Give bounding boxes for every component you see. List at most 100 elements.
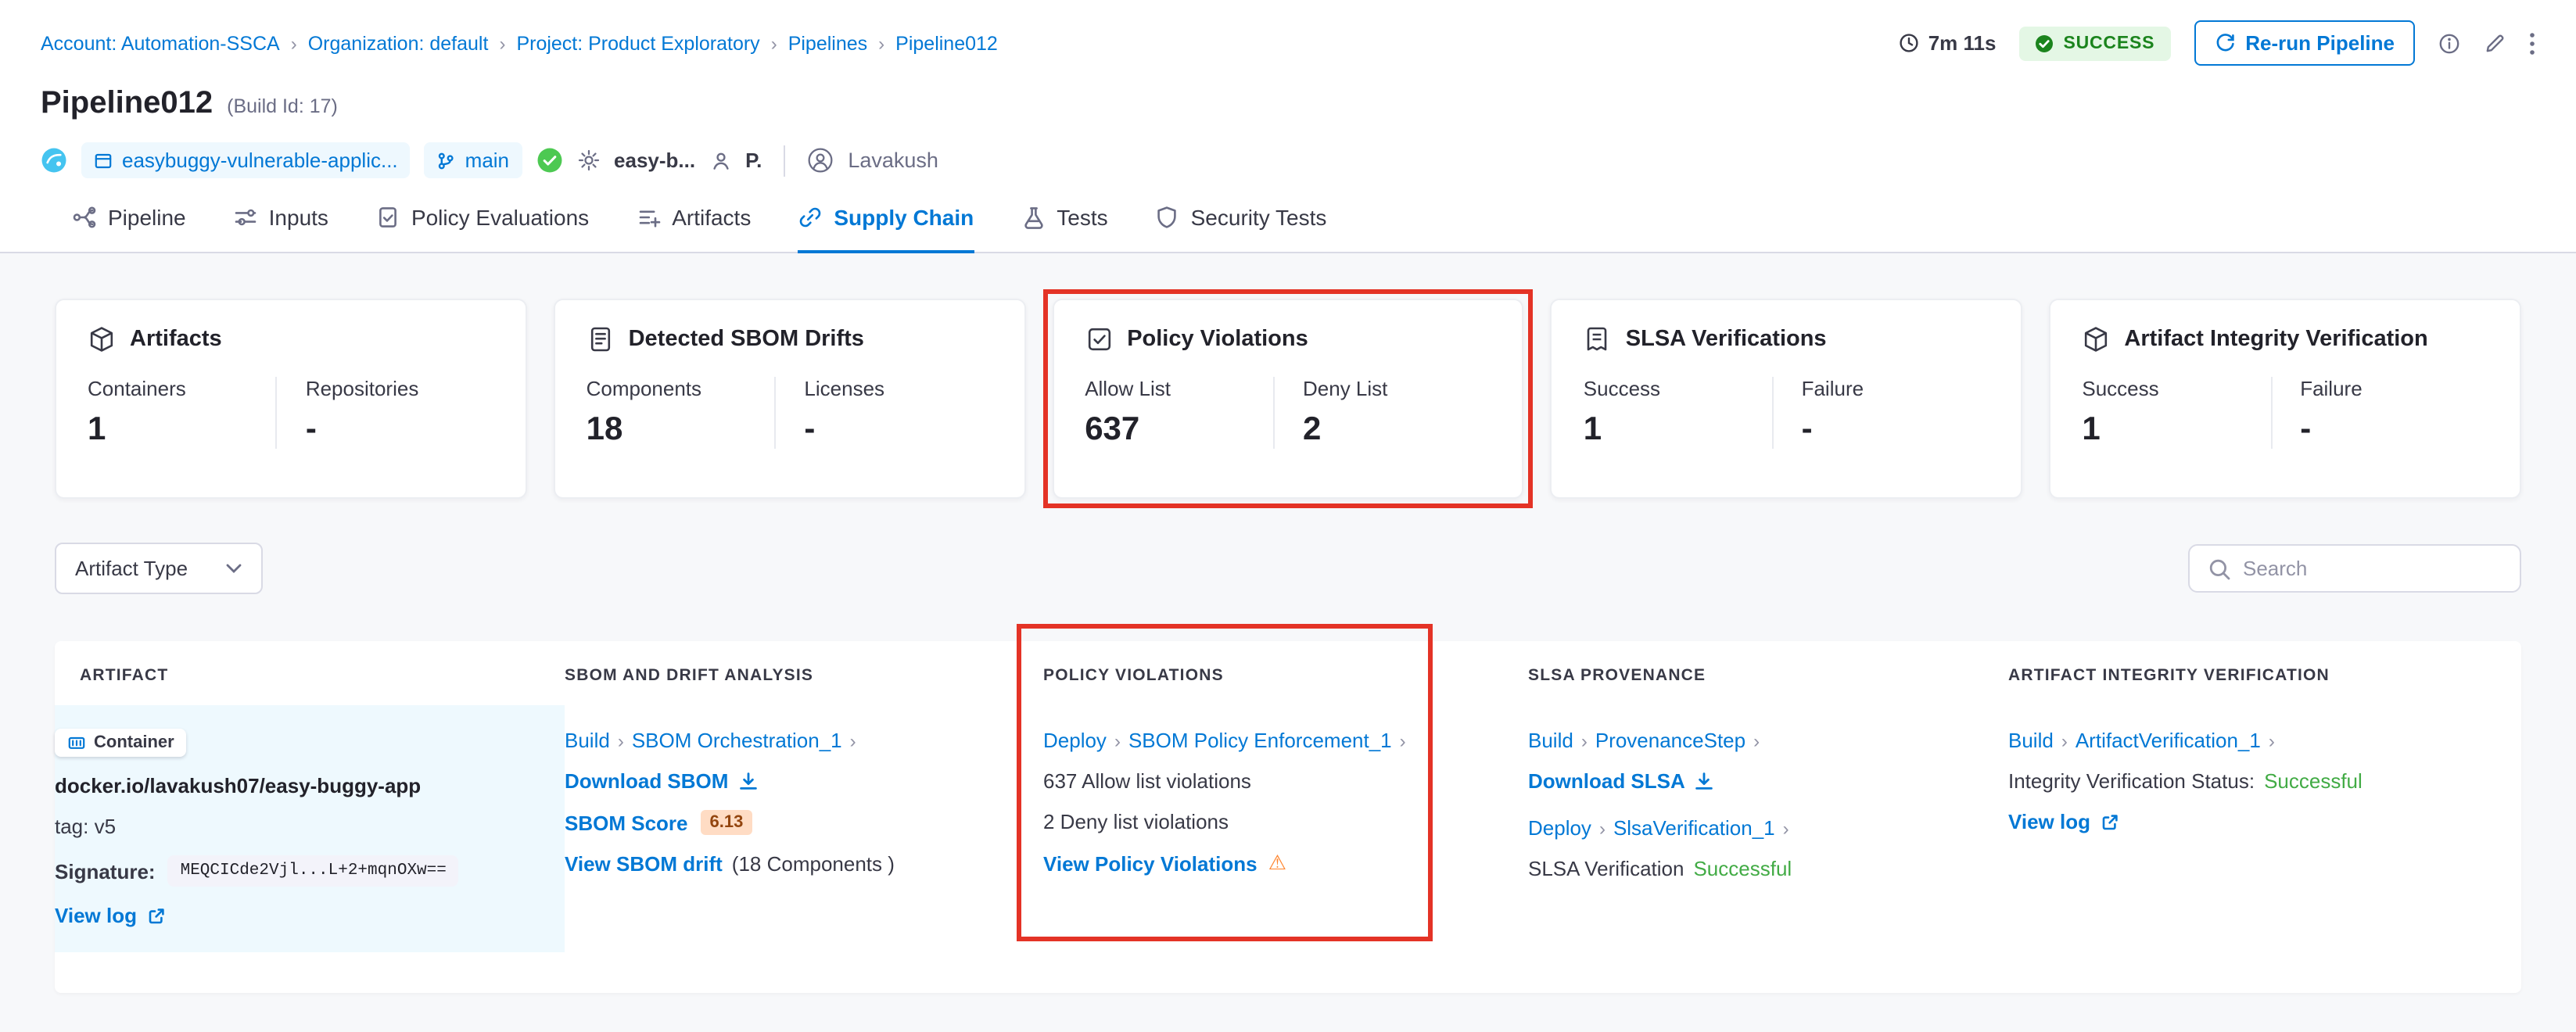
repository-icon (94, 151, 113, 170)
user-avatar-icon (807, 147, 834, 174)
repository-name: easybuggy-vulnerable-applic... (122, 149, 398, 172)
tab-supply-chain[interactable]: Supply Chain (798, 205, 974, 252)
artifact-image-name: docker.io/lavakush07/easy-buggy-app (55, 774, 540, 797)
download-sbom-label: Download SBOM (565, 769, 728, 793)
chevron-right-icon (291, 32, 297, 54)
column-header-artifact: ARTIFACT (55, 666, 565, 685)
integrity-verification-cell: Build ArtifactVerification_1 Integrity V… (2008, 705, 2521, 952)
edit-pencil-icon[interactable] (2484, 32, 2506, 54)
chevron-right-icon (1581, 729, 1588, 751)
download-icon (737, 771, 758, 791)
service-name: easy-b... (614, 149, 695, 172)
summary-card-integrity-verification: Artifact Integrity Verification Success1… (2049, 299, 2521, 499)
page-header: Account: Automation-SSCA Organization: d… (0, 0, 2576, 178)
stage-link[interactable]: Deploy (1043, 729, 1107, 752)
breadcrumb-organization[interactable]: Organization: default (308, 32, 489, 54)
view-sbom-drift-link[interactable]: View SBOM drift (565, 852, 723, 876)
rerun-pipeline-label: Re-run Pipeline (2245, 31, 2395, 55)
chevron-down-icon (225, 563, 242, 574)
divider (784, 145, 785, 176)
search-box[interactable] (2188, 544, 2521, 593)
tab-pipeline[interactable]: Pipeline (72, 205, 186, 252)
column-header-slsa: SLSA PROVENANCE (1528, 666, 2008, 685)
refresh-icon (2214, 33, 2234, 53)
breadcrumb-account[interactable]: Account: Automation-SSCA (41, 32, 280, 54)
sbom-score-link[interactable]: SBOM Score (565, 811, 688, 834)
view-log-link[interactable]: View log (2008, 810, 2119, 833)
tab-bar: Pipeline Inputs Policy Evaluations Artif… (0, 205, 2576, 253)
step-link[interactable]: SBOM Policy Enforcement_1 (1128, 729, 1392, 752)
list-plus-icon (636, 205, 661, 230)
metric-label: Failure (1802, 377, 1978, 400)
breadcrumb-pipeline012[interactable]: Pipeline012 (895, 32, 998, 54)
breadcrumb-pipelines[interactable]: Pipelines (788, 32, 867, 54)
tab-label: Artifacts (672, 205, 751, 230)
branch-name: main (465, 149, 509, 172)
certificate-icon (1584, 325, 1612, 353)
rerun-pipeline-button[interactable]: Re-run Pipeline (2194, 20, 2415, 66)
pipeline-execution-page: Account: Automation-SSCA Organization: d… (0, 0, 2576, 1032)
tab-inputs[interactable]: Inputs (233, 205, 328, 252)
stage-link[interactable]: Build (2008, 729, 2054, 752)
search-input[interactable] (2243, 557, 2501, 580)
step-link[interactable]: ArtifactVerification_1 (2076, 729, 2261, 752)
git-branch-icon (437, 151, 456, 170)
card-title: Policy Violations (1127, 327, 1308, 352)
sbom-drift-count: (18 Components ) (732, 852, 895, 876)
filter-row: Artifact Type (55, 543, 2521, 594)
step-link[interactable]: SBOM Orchestration_1 (632, 729, 842, 752)
policy-violations-cell: Deploy SBOM Policy Enforcement_1 637 All… (1043, 705, 1528, 952)
chevron-right-icon (850, 729, 856, 751)
clock-icon (1899, 33, 1919, 53)
status-badge: SUCCESS (2019, 26, 2170, 60)
success-check-icon (2035, 34, 2054, 52)
tab-label: Tests (1057, 205, 1107, 230)
environment-icon (709, 149, 731, 171)
stage-link[interactable]: Build (1528, 729, 1573, 752)
table-row: Container docker.io/lavakush07/easy-bugg… (55, 705, 2521, 952)
status-badge-label: SUCCESS (2063, 34, 2154, 52)
card-title: SLSA Verifications (1626, 327, 1827, 352)
info-icon[interactable] (2438, 32, 2460, 54)
card-title: Artifacts (130, 327, 222, 352)
integrity-status-label: Integrity Verification Status: (2008, 769, 2255, 793)
sliders-icon (233, 205, 258, 230)
flask-icon (1021, 205, 1046, 230)
repository-chip[interactable]: easybuggy-vulnerable-applic... (81, 142, 411, 178)
tab-security-tests[interactable]: Security Tests (1155, 205, 1327, 252)
branch-chip[interactable]: main (425, 142, 522, 178)
column-header-integrity: ARTIFACT INTEGRITY VERIFICATION (2008, 666, 2521, 685)
tab-artifacts[interactable]: Artifacts (636, 205, 751, 252)
chevron-right-icon (2061, 729, 2068, 751)
artifact-type-label: Container (94, 733, 174, 752)
download-slsa-link[interactable]: Download SLSA (1528, 769, 1715, 793)
download-sbom-link[interactable]: Download SBOM (565, 769, 758, 793)
metric-label: Deny List (1303, 377, 1479, 400)
sbom-score-badge: 6.13 (701, 810, 753, 835)
view-policy-violations-link[interactable]: View Policy Violations (1043, 851, 1258, 875)
signature-value: MEQCICde2Vjl...L+2+mqnOXw== (168, 855, 459, 887)
breadcrumb-project[interactable]: Project: Product Exploratory (516, 32, 759, 54)
tab-label: Policy Evaluations (411, 205, 589, 230)
view-log-link[interactable]: View log (55, 904, 165, 927)
stage-link[interactable]: Deploy (1528, 816, 1591, 840)
summary-card-sbom-drifts: Detected SBOM Drifts Components18 Licens… (554, 299, 1026, 499)
step-link[interactable]: ProvenanceStep (1595, 729, 1745, 752)
tab-policy-evaluations[interactable]: Policy Evaluations (375, 205, 589, 252)
summary-card-policy-violations: Policy Violations Allow List637 Deny Lis… (1052, 299, 1524, 499)
summary-card-slsa-verifications: SLSA Verifications Success1 Failure- (1551, 299, 2023, 499)
chevron-right-icon (618, 729, 624, 751)
status-check-avatar-icon (536, 147, 562, 174)
stage-link[interactable]: Build (565, 729, 610, 752)
artifact-type-dropdown[interactable]: Artifact Type (55, 543, 263, 594)
container-icon (67, 733, 86, 752)
tab-tests[interactable]: Tests (1021, 205, 1107, 252)
step-link[interactable]: SlsaVerification_1 (1613, 816, 1775, 840)
allow-list-violations: 637 Allow list violations (1043, 769, 1503, 793)
tab-label: Pipeline (108, 205, 186, 230)
clipboard-check-icon (375, 205, 400, 230)
kebab-menu-icon[interactable] (2529, 30, 2535, 56)
metric-value: - (306, 411, 482, 449)
chevron-right-icon (878, 32, 884, 54)
slsa-provenance-cell: Build ProvenanceStep Download SLSA Deplo… (1528, 705, 2008, 952)
